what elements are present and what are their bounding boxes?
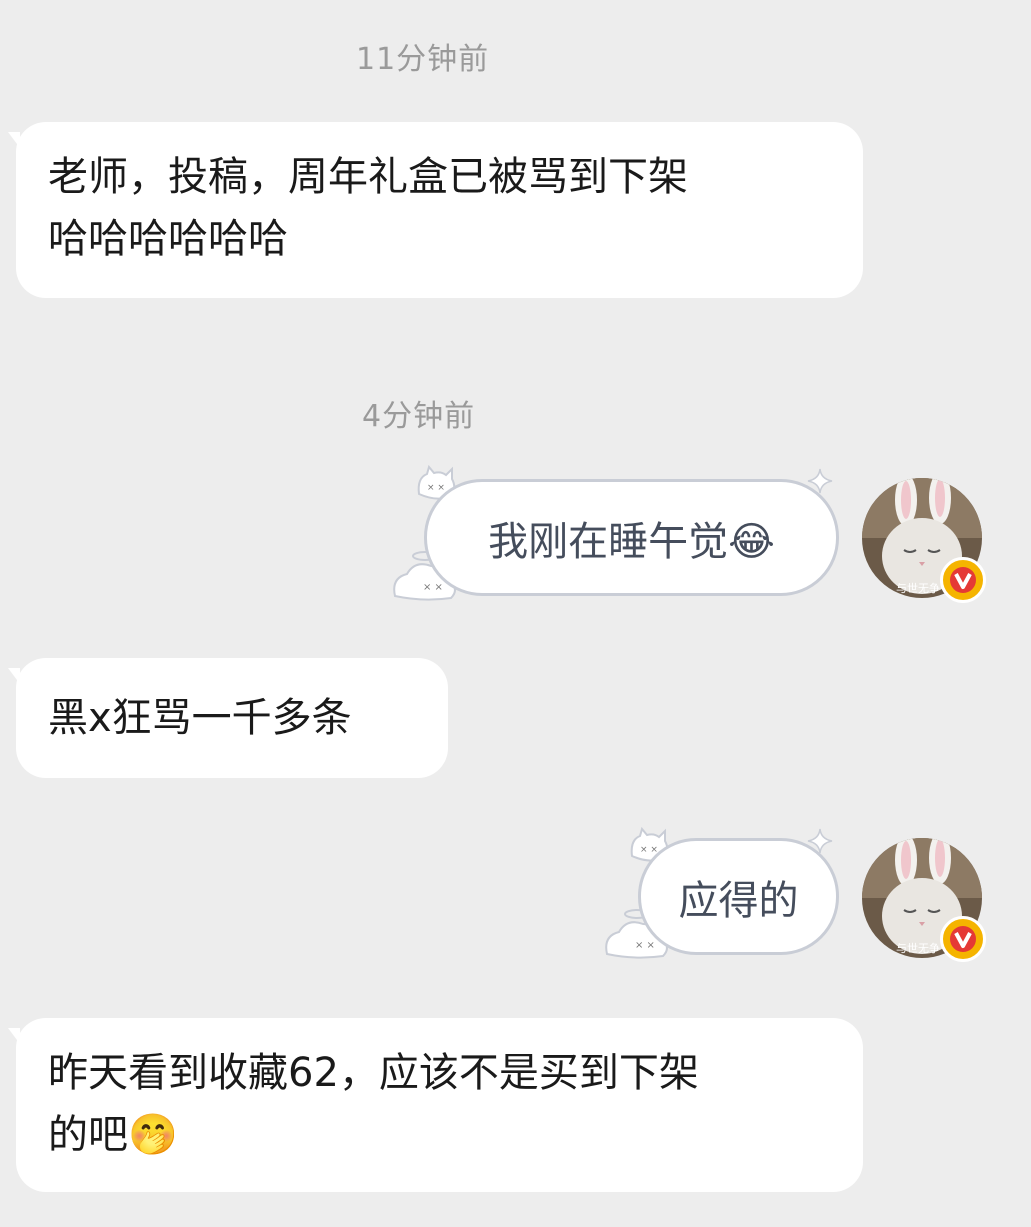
incoming-message[interactable]: 昨天看到收藏62，应该不是买到下架 的吧🤭 — [8, 1018, 863, 1192]
message-text: 我刚在睡午觉😂 — [488, 518, 775, 565]
incoming-message[interactable]: 黑x狂骂一千多条 — [8, 658, 448, 778]
outgoing-message[interactable]: 我刚在睡午觉😂 — [424, 479, 839, 596]
timestamp: 11分钟前 — [356, 42, 490, 77]
message-text: 黑x狂骂一千多条 — [48, 695, 352, 741]
verified-badge — [940, 557, 986, 603]
message-line: 的吧🤭 — [48, 1112, 178, 1158]
svg-text:× ×: × × — [635, 940, 655, 951]
avatar-caption: 与世无争 — [896, 581, 940, 595]
message-text: 应得的 — [678, 877, 799, 924]
verified-badge — [940, 916, 986, 962]
outgoing-message[interactable]: 应得的 — [638, 838, 839, 955]
incoming-message[interactable]: 老师，投稿，周年礼盒已被骂到下架 哈哈哈哈哈哈 — [8, 122, 863, 298]
svg-text:× ×: × × — [427, 483, 445, 493]
timestamp: 4分钟前 — [362, 399, 476, 434]
message-line: 老师，投稿，周年礼盒已被骂到下架 — [48, 154, 688, 200]
svg-text:× ×: × × — [423, 582, 443, 593]
message-line: 哈哈哈哈哈哈 — [48, 216, 288, 262]
message-line: 昨天看到收藏62，应该不是买到下架 — [48, 1050, 699, 1096]
avatar-caption: 与世无争 — [896, 941, 940, 955]
